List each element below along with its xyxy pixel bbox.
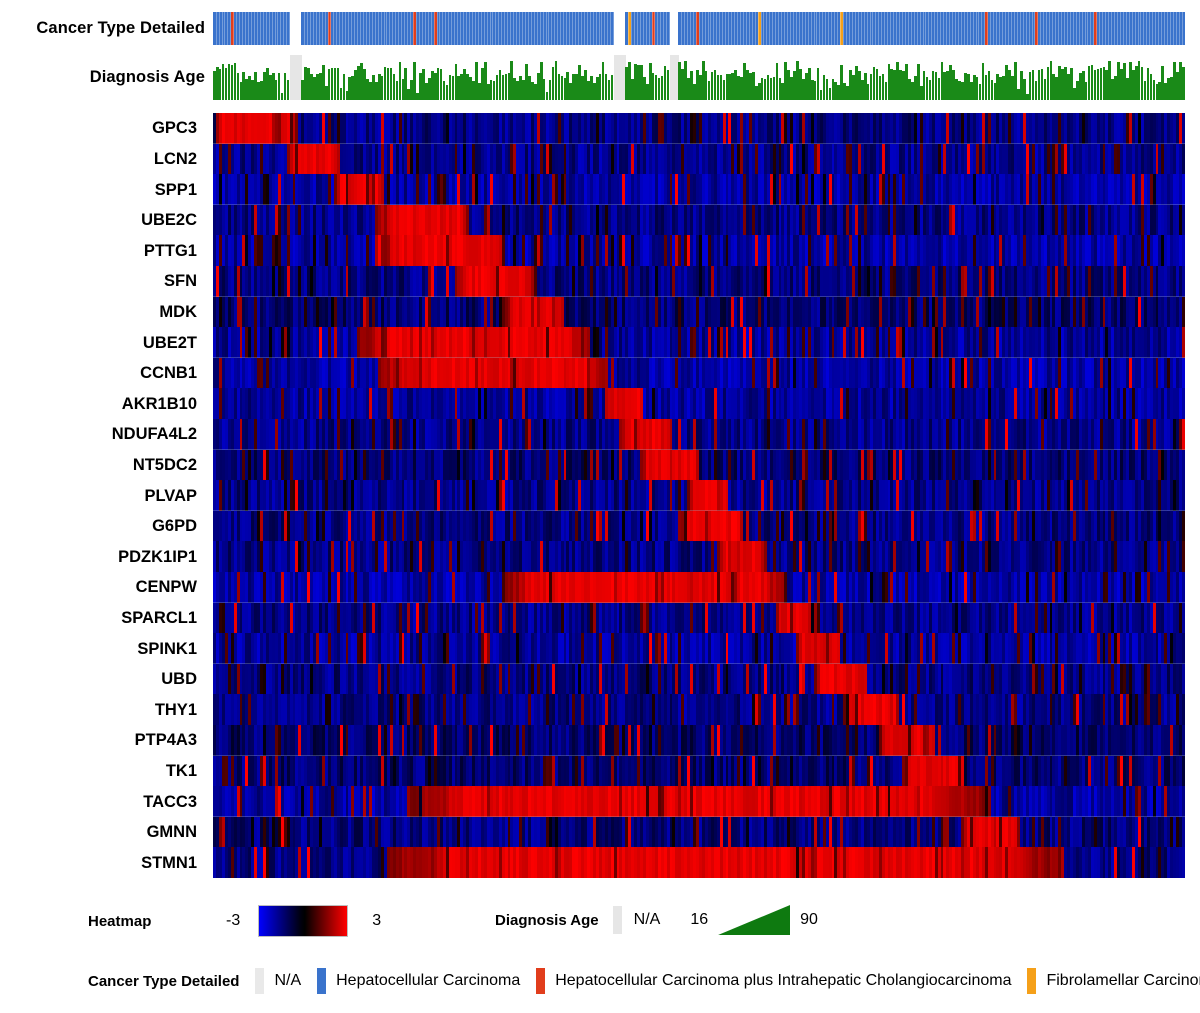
gene-label[interactable]: SPARCL1 — [121, 610, 197, 627]
diagnosis-age-track-label: Diagnosis Age — [89, 68, 205, 86]
heatmap-row[interactable] — [213, 266, 1185, 298]
heatmap-cell — [1182, 449, 1185, 481]
gene-label[interactable]: CCNB1 — [140, 365, 197, 382]
gene-label[interactable]: SPINK1 — [137, 640, 197, 657]
gene-label[interactable]: STMN1 — [141, 854, 197, 871]
gene-label[interactable]: G6PD — [152, 518, 197, 535]
gene-label[interactable]: SPP1 — [155, 181, 197, 198]
gene-label[interactable]: MDK — [159, 304, 197, 321]
heatmap-cell — [1182, 296, 1185, 328]
heatmap-row[interactable] — [213, 480, 1185, 512]
gene-label[interactable]: GPC3 — [152, 120, 197, 137]
gene-label[interactable]: TK1 — [166, 763, 197, 780]
heatmap-cell — [1182, 174, 1185, 206]
gene-label[interactable]: SFN — [164, 273, 197, 290]
gene-label[interactable]: UBD — [161, 671, 197, 688]
heatmap-cell — [1182, 388, 1185, 420]
heatmap-row[interactable] — [213, 204, 1185, 236]
cancer-type-track-strip[interactable] — [213, 12, 1185, 45]
gene-label[interactable]: PTP4A3 — [135, 732, 197, 749]
gene-label[interactable]: TACC3 — [143, 793, 197, 810]
heatmap-row[interactable] — [213, 419, 1185, 451]
expression-heatmap[interactable] — [213, 113, 1185, 878]
gene-label[interactable]: PLVAP — [144, 487, 197, 504]
gene-label-column: GPC3 LCN2 SPP1 UBE2C PTTG1 SFN MDK UBE2T CCNB1 AK… — [0, 113, 205, 878]
heatmap-row[interactable] — [213, 449, 1185, 481]
gene-label[interactable]: NDUFA4L2 — [112, 426, 197, 443]
cancer-type-track-row: Cancer Type Detailed — [0, 12, 1200, 45]
heatmap-row[interactable] — [213, 235, 1185, 267]
heatmap-cell — [1182, 419, 1185, 451]
heatmap-row[interactable] — [213, 388, 1185, 420]
heatmap-cell — [1182, 204, 1185, 236]
heatmap-row[interactable] — [213, 174, 1185, 206]
gene-label[interactable]: LCN2 — [154, 151, 197, 168]
diagnosis-age-track-row: Diagnosis Age — [0, 55, 1200, 100]
heatmap-cell — [1182, 143, 1185, 175]
cancer-type-track-label: Cancer Type Detailed — [36, 19, 205, 37]
gene-label[interactable]: THY1 — [155, 701, 197, 718]
heatmap-figure: Cancer Type Detailed Diagnosis Age GPC3 L… — [0, 0, 1200, 1013]
diagnosis-age-bar — [1182, 66, 1185, 100]
heatmap-row[interactable] — [213, 113, 1185, 145]
gene-label[interactable]: NT5DC2 — [133, 457, 197, 474]
gene-label[interactable]: GMNN — [147, 824, 197, 841]
heatmap-cell — [1182, 266, 1185, 298]
heatmap-row[interactable] — [213, 296, 1185, 328]
gene-label[interactable]: PDZK1IP1 — [118, 548, 197, 565]
heatmap-cell — [1182, 113, 1185, 145]
heatmap-row[interactable] — [213, 143, 1185, 175]
diagnosis-age-track-strip[interactable] — [213, 55, 1185, 100]
heatmap-cell — [1182, 357, 1185, 389]
gene-label[interactable]: PTTG1 — [144, 242, 197, 259]
gene-label[interactable]: CENPW — [136, 579, 197, 596]
gene-label[interactable]: AKR1B10 — [122, 395, 197, 412]
heatmap-row[interactable] — [213, 327, 1185, 359]
heatmap-cell — [1182, 327, 1185, 359]
heatmap-row[interactable] — [213, 357, 1185, 389]
heatmap-cell — [1182, 235, 1185, 267]
gene-label[interactable]: UBE2T — [143, 334, 197, 351]
gene-label[interactable]: UBE2C — [141, 212, 197, 229]
